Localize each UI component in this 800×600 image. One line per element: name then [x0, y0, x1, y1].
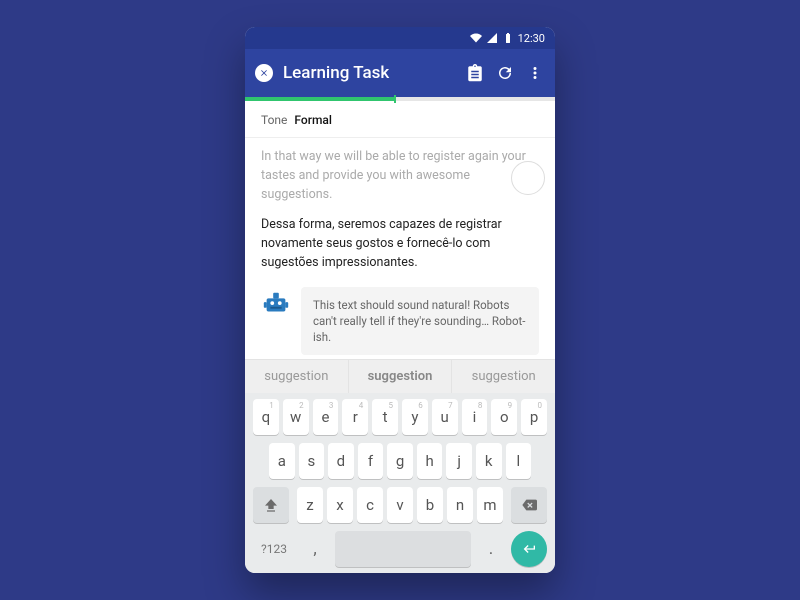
- wifi-icon: [470, 32, 482, 44]
- cell-signal-icon: [486, 32, 498, 44]
- target-text[interactable]: Dessa forma, seremos capazes de registra…: [261, 216, 539, 272]
- keyboard: q1 w2 e3 r4 t5 y6 u7 i8 o9 p0 a s d f g …: [245, 393, 555, 573]
- key-c[interactable]: c: [357, 487, 383, 523]
- hint-bubble: This text should sound natural! Robots c…: [301, 287, 539, 355]
- key-u[interactable]: u7: [432, 399, 458, 435]
- hint-row: This text should sound natural! Robots c…: [261, 287, 539, 355]
- suggestion-bar: suggestion suggestion suggestion: [245, 359, 555, 393]
- key-f[interactable]: f: [358, 443, 384, 479]
- page-title: Learning Task: [283, 63, 455, 83]
- refresh-button[interactable]: [495, 63, 515, 83]
- clipboard-button[interactable]: [465, 63, 485, 83]
- key-b[interactable]: b: [417, 487, 443, 523]
- key-w[interactable]: w2: [283, 399, 309, 435]
- key-backspace[interactable]: [511, 487, 547, 523]
- key-r[interactable]: r4: [342, 399, 368, 435]
- kbd-row-2: a s d f g h j k l: [249, 443, 551, 479]
- suggestion-3[interactable]: suggestion: [452, 360, 555, 393]
- tone-value: Formal: [294, 113, 332, 127]
- kbd-row-3: z x c v b n m: [249, 487, 551, 523]
- key-n[interactable]: n: [447, 487, 473, 523]
- key-t[interactable]: t5: [372, 399, 398, 435]
- more-vert-icon: [526, 64, 544, 82]
- key-comma[interactable]: ,: [301, 531, 329, 567]
- shift-icon: [263, 497, 279, 513]
- key-i[interactable]: i8: [462, 399, 488, 435]
- status-bar: 12:30: [245, 27, 555, 49]
- tone-row: Tone Formal: [261, 113, 539, 127]
- close-button[interactable]: [255, 64, 273, 82]
- key-enter[interactable]: [511, 531, 547, 567]
- enter-icon: [521, 541, 537, 557]
- robot-icon: [261, 289, 291, 319]
- more-button[interactable]: [525, 63, 545, 83]
- key-h[interactable]: h: [417, 443, 443, 479]
- content-area: Tone Formal In that way we will be able …: [245, 101, 555, 359]
- divider: [245, 137, 555, 138]
- kbd-row-4: ?123 , .: [249, 531, 551, 567]
- source-text: In that way we will be able to register …: [261, 148, 539, 204]
- key-shift[interactable]: [253, 487, 289, 523]
- kbd-row-1: q1 w2 e3 r4 t5 y6 u7 i8 o9 p0: [249, 399, 551, 435]
- key-q[interactable]: q1: [253, 399, 279, 435]
- key-x[interactable]: x: [327, 487, 353, 523]
- key-m[interactable]: m: [477, 487, 503, 523]
- suggestion-2[interactable]: suggestion: [349, 360, 453, 393]
- suggestion-1[interactable]: suggestion: [245, 360, 349, 393]
- key-j[interactable]: j: [446, 443, 472, 479]
- status-time: 12:30: [518, 32, 545, 45]
- key-k[interactable]: k: [476, 443, 502, 479]
- key-symbols[interactable]: ?123: [253, 531, 295, 567]
- key-z[interactable]: z: [297, 487, 323, 523]
- refresh-icon: [496, 64, 514, 82]
- phone-frame: 12:30 Learning Task Tone Formal In that …: [245, 27, 555, 573]
- app-bar: Learning Task: [245, 49, 555, 97]
- key-d[interactable]: d: [328, 443, 354, 479]
- key-s[interactable]: s: [299, 443, 325, 479]
- key-e[interactable]: e3: [313, 399, 339, 435]
- key-v[interactable]: v: [387, 487, 413, 523]
- clipboard-icon: [466, 64, 484, 82]
- key-period[interactable]: .: [477, 531, 505, 567]
- key-o[interactable]: o9: [491, 399, 517, 435]
- key-space[interactable]: [335, 531, 471, 567]
- close-icon: [259, 68, 269, 78]
- backspace-icon: [521, 497, 537, 513]
- key-p[interactable]: p0: [521, 399, 547, 435]
- key-g[interactable]: g: [387, 443, 413, 479]
- key-y[interactable]: y6: [402, 399, 428, 435]
- key-l[interactable]: l: [506, 443, 532, 479]
- key-a[interactable]: a: [269, 443, 295, 479]
- tone-label: Tone: [261, 113, 287, 127]
- battery-icon: [502, 32, 514, 44]
